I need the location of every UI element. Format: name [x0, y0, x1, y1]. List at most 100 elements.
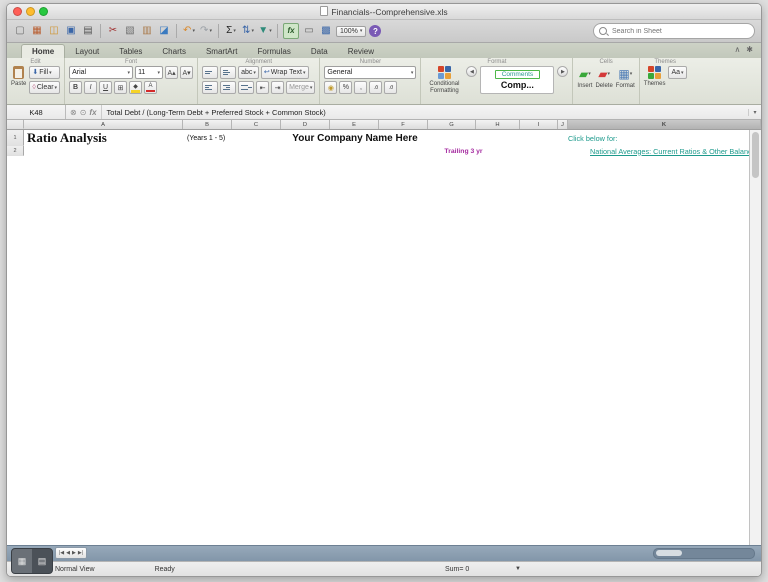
- template-gallery-icon[interactable]: ▦: [30, 24, 44, 38]
- formula-bar-expand-icon[interactable]: ▾: [748, 109, 761, 116]
- zoom-control[interactable]: 100%▾: [336, 26, 366, 37]
- ribbon-tab-data[interactable]: Data: [301, 45, 338, 58]
- cell-E2[interactable]: [338, 146, 389, 156]
- cell-reference-box[interactable]: K48: [7, 105, 66, 119]
- ribbon-tab-smartart[interactable]: SmartArt: [196, 45, 248, 58]
- horizontal-scrollbar[interactable]: [653, 548, 755, 559]
- vertical-scrollbar[interactable]: [749, 130, 761, 545]
- col-header-F[interactable]: F: [379, 120, 428, 129]
- italic-button[interactable]: I: [84, 81, 97, 94]
- bold-button[interactable]: B: [69, 81, 82, 94]
- sum-dropdown-icon[interactable]: ▼: [515, 566, 521, 572]
- col-header-J[interactable]: J: [558, 120, 568, 129]
- col-header-D[interactable]: D: [281, 120, 330, 129]
- cell-A2[interactable]: [24, 146, 185, 156]
- search-box[interactable]: [593, 23, 755, 39]
- themes-button[interactable]: Themes: [644, 66, 666, 88]
- ribbon-tab-charts[interactable]: Charts: [152, 45, 196, 58]
- enter-icon[interactable]: ⊙: [80, 108, 87, 117]
- col-header-B[interactable]: B: [183, 120, 232, 129]
- percent-format-icon[interactable]: %: [339, 81, 352, 94]
- prev-sheet-icon[interactable]: ◀: [66, 550, 70, 556]
- styles-gallery-right-icon[interactable]: ▶: [557, 66, 568, 77]
- first-sheet-icon[interactable]: |◀: [59, 550, 64, 556]
- col-header-A[interactable]: A: [24, 120, 183, 129]
- col-header-K[interactable]: K: [568, 120, 761, 129]
- cell-K2[interactable]: National Averages: Current Ratios & Othe…: [585, 146, 761, 156]
- cell-F2[interactable]: [389, 146, 440, 156]
- font-size-select[interactable]: 11▾: [135, 66, 163, 79]
- print-icon[interactable]: ▤: [81, 24, 95, 38]
- align-right-icon[interactable]: [238, 81, 254, 94]
- paste-button[interactable]: Paste: [11, 66, 26, 88]
- insert-function-icon[interactable]: fx: [89, 108, 96, 117]
- horizontal-scrollbar-thumb[interactable]: [656, 550, 682, 556]
- last-sheet-icon[interactable]: ▶|: [78, 550, 83, 556]
- undo-icon[interactable]: ↶▾: [182, 24, 196, 38]
- align-left-icon[interactable]: [202, 81, 218, 94]
- col-header-C[interactable]: C: [232, 120, 281, 129]
- copy-icon[interactable]: ▧: [123, 24, 137, 38]
- insert-cells-button[interactable]: ▰▾ Insert: [577, 66, 592, 90]
- cell-styles-gallery[interactable]: Comments Comp...: [480, 66, 554, 94]
- sort-icon[interactable]: ⇅▾: [241, 24, 255, 38]
- cut-icon[interactable]: ✂: [106, 24, 120, 38]
- show-formulas-icon[interactable]: ▭: [302, 24, 316, 38]
- font-family-select[interactable]: Arial▾: [69, 66, 133, 79]
- delete-cells-button[interactable]: ▰▾ Delete: [595, 66, 612, 90]
- styles-gallery-left-icon[interactable]: ◀: [466, 66, 477, 77]
- cell-J1[interactable]: [554, 130, 563, 146]
- open-icon[interactable]: ◫: [47, 24, 61, 38]
- decrease-indent-icon[interactable]: ⇤: [256, 81, 269, 94]
- clear-button[interactable]: ◊Clear▾: [29, 81, 60, 94]
- cell-D1[interactable]: Your Company Name Here: [283, 130, 427, 146]
- help-icon[interactable]: ?: [369, 25, 381, 37]
- align-center-icon[interactable]: [220, 81, 236, 94]
- increase-decimal-icon[interactable]: .0⃖: [369, 81, 382, 94]
- fill-button[interactable]: ⬇Fill▾: [29, 66, 60, 79]
- increase-indent-icon[interactable]: ⇥: [271, 81, 284, 94]
- style-comments[interactable]: Comments: [495, 70, 540, 79]
- ribbon-tab-formulas[interactable]: Formulas: [248, 45, 301, 58]
- row-header-1[interactable]: 1: [7, 130, 24, 146]
- search-input[interactable]: [610, 27, 749, 36]
- paste-icon[interactable]: ▥: [140, 24, 154, 38]
- ribbon-tab-layout[interactable]: Layout: [65, 45, 109, 58]
- comma-format-icon[interactable]: ,: [354, 81, 367, 94]
- ribbon-tab-review[interactable]: Review: [338, 45, 384, 58]
- borders-button[interactable]: ⊞: [114, 81, 127, 94]
- cell-A1[interactable]: Ratio Analysis: [24, 130, 185, 146]
- ribbon-tab-tables[interactable]: Tables: [109, 45, 152, 58]
- select-all-corner[interactable]: [7, 120, 24, 129]
- wrap-text-button[interactable]: ↩Wrap Text▾: [261, 66, 309, 79]
- col-header-E[interactable]: E: [330, 120, 379, 129]
- cell-K1[interactable]: Click below for:: [563, 130, 761, 146]
- autosum-icon[interactable]: Σ▾: [224, 24, 238, 38]
- next-sheet-icon[interactable]: ▶: [72, 550, 76, 556]
- col-header-H[interactable]: H: [476, 120, 520, 129]
- formula-builder-icon[interactable]: fx: [283, 23, 299, 39]
- cell-C2[interactable]: [236, 146, 287, 156]
- cell-B2[interactable]: [185, 146, 236, 156]
- font-color-button[interactable]: A: [144, 81, 157, 94]
- align-middle-icon[interactable]: [220, 66, 236, 79]
- orientation-button[interactable]: abc▾: [238, 66, 259, 79]
- cell-B1[interactable]: (Years 1 - 5): [185, 130, 235, 146]
- formula-input[interactable]: Total Debt / (Long-Term Debt + Preferred…: [102, 108, 748, 117]
- page-layout-view-button[interactable]: ▤: [32, 549, 52, 573]
- cell-I2[interactable]: [536, 146, 576, 156]
- cell-G1[interactable]: [427, 130, 474, 146]
- col-header-I[interactable]: I: [520, 120, 558, 129]
- align-top-icon[interactable]: [202, 66, 218, 79]
- cell-D2[interactable]: [287, 146, 338, 156]
- shrink-font-button[interactable]: A▾: [180, 66, 193, 79]
- row-header-2[interactable]: 2: [7, 146, 24, 156]
- ribbon-settings-icon[interactable]: ✱: [746, 45, 753, 54]
- col-header-G[interactable]: G: [428, 120, 476, 129]
- save-icon[interactable]: ▣: [64, 24, 78, 38]
- ribbon-collapse-icon[interactable]: ∧: [734, 45, 740, 54]
- style-comp[interactable]: Comp...: [501, 80, 534, 90]
- cell-H1[interactable]: [474, 130, 517, 146]
- merge-button[interactable]: Merge▾: [286, 81, 315, 94]
- format-painter-icon[interactable]: ◪: [157, 24, 171, 38]
